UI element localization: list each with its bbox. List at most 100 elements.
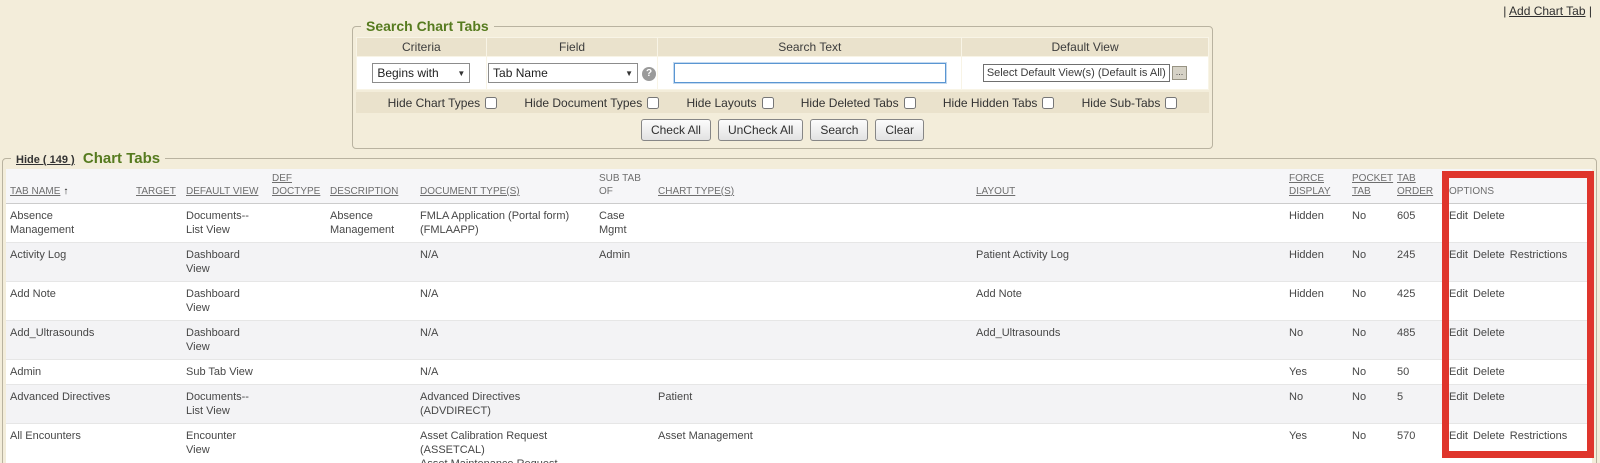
col-header-label[interactable]: TARGET	[136, 186, 176, 197]
options-cell: Edit Delete	[1445, 360, 1592, 385]
delete-link[interactable]: Delete	[1473, 210, 1505, 222]
checkbox-label: Hide Chart Types	[388, 96, 481, 110]
delete-link[interactable]: Delete	[1473, 327, 1505, 339]
table-row: Activity LogDashboard ViewN/AAdminPatien…	[6, 243, 1592, 282]
chevron-down-icon: ▼	[625, 69, 633, 78]
hide-chart-types-checkbox[interactable]	[485, 97, 497, 109]
edit-link[interactable]: Edit	[1449, 366, 1468, 378]
col-header-label[interactable]: DESCRIPTION	[330, 186, 398, 197]
field-select[interactable]: Tab Name ▼	[488, 63, 638, 83]
col-header-label[interactable]: LAYOUT	[976, 186, 1015, 197]
col-header-label[interactable]: DEF DOCTYPE	[272, 173, 320, 197]
pipe-left: |	[1503, 4, 1506, 18]
col-header-tab-order[interactable]: TAB ORDER	[1393, 169, 1445, 204]
pocket-tab-cell: No	[1348, 321, 1393, 360]
delete-link[interactable]: Delete	[1473, 288, 1505, 300]
default-view-browse-button[interactable]: ...	[1172, 66, 1188, 80]
col-header-tab-name[interactable]: TAB NAME↑	[6, 169, 132, 204]
col-header-default-view[interactable]: DEFAULT VIEW	[182, 169, 268, 204]
restrictions-link[interactable]: Restrictions	[1510, 249, 1567, 261]
hide-document-types-checkbox[interactable]	[647, 97, 659, 109]
col-header-def-doctype[interactable]: DEF DOCTYPE	[268, 169, 326, 204]
hide-chart-types-checkbox-item[interactable]: Hide Chart Types	[388, 96, 498, 110]
restrictions-link[interactable]: Restrictions	[1510, 430, 1567, 442]
clear-button[interactable]: Clear	[875, 119, 924, 141]
hide-hidden-tabs-checkbox-item[interactable]: Hide Hidden Tabs	[943, 96, 1055, 110]
criteria-select[interactable]: Begins with ▼	[372, 63, 470, 83]
col-header-layout[interactable]: LAYOUT	[972, 169, 1285, 204]
col-header-force-display[interactable]: FORCE DISPLAY	[1285, 169, 1348, 204]
force-display-cell: Yes	[1285, 424, 1348, 463]
layout-cell: Add_Ultrasounds	[972, 321, 1285, 360]
edit-link[interactable]: Edit	[1449, 391, 1468, 403]
search-text-input[interactable]	[674, 63, 946, 83]
hide-deleted-tabs-checkbox[interactable]	[904, 97, 916, 109]
sub-tab-of-cell	[595, 282, 654, 321]
add-chart-tab-link[interactable]: Add Chart Tab	[1509, 4, 1586, 18]
force-display-cell: No	[1285, 385, 1348, 424]
tab-order-cell: 245	[1393, 243, 1445, 282]
chart-types-cell	[654, 282, 972, 321]
delete-link[interactable]: Delete	[1473, 391, 1505, 403]
col-header-chart-types[interactable]: CHART TYPE(S)	[654, 169, 972, 204]
target-cell	[132, 424, 182, 463]
tab-name-cell: Admin	[6, 360, 132, 385]
col-header-label: SUB TAB OF	[599, 173, 641, 197]
description-cell	[326, 282, 416, 321]
col-header-description[interactable]: DESCRIPTION	[326, 169, 416, 204]
hide-layouts-checkbox[interactable]	[762, 97, 774, 109]
table-row: Absence ManagementDocuments-- List ViewA…	[6, 204, 1592, 243]
col-header-label[interactable]: DOCUMENT TYPE(S)	[420, 186, 520, 197]
edit-link[interactable]: Edit	[1449, 249, 1468, 261]
hide-count-link[interactable]: Hide ( 149 )	[16, 154, 75, 166]
tab-name-cell: All Encounters	[6, 424, 132, 463]
layout-cell	[972, 385, 1285, 424]
tab-order-cell: 570	[1393, 424, 1445, 463]
col-header-label[interactable]: DEFAULT VIEW	[186, 186, 258, 197]
def-doctype-cell	[268, 243, 326, 282]
default-view-cell: Documents-- List View	[182, 385, 268, 424]
hide-deleted-tabs-checkbox-item[interactable]: Hide Deleted Tabs	[801, 96, 916, 110]
pocket-tab-cell: No	[1348, 424, 1393, 463]
col-header-label[interactable]: CHART TYPE(S)	[658, 186, 734, 197]
delete-link[interactable]: Delete	[1473, 430, 1505, 442]
edit-link[interactable]: Edit	[1449, 430, 1468, 442]
col-header-label[interactable]: FORCE DISPLAY	[1289, 173, 1331, 197]
search-text-cell	[658, 57, 962, 90]
hide-sub-tabs-checkbox-item[interactable]: Hide Sub-Tabs	[1082, 96, 1178, 110]
force-display-cell: Yes	[1285, 360, 1348, 385]
delete-link[interactable]: Delete	[1473, 366, 1505, 378]
default-view-cell: Dashboard View	[182, 282, 268, 321]
hide-filters-row: Hide Chart Types Hide Document Types Hide …	[356, 92, 1209, 113]
col-header-label[interactable]: POCKET TAB	[1352, 173, 1393, 197]
search-panel-legend: Search Chart Tabs	[361, 18, 494, 34]
default-view-select[interactable]: Select Default View(s) (Default is All)	[983, 64, 1170, 82]
sub-tab-of-cell	[595, 360, 654, 385]
search-button[interactable]: Search	[810, 119, 868, 141]
chart-types-cell: Asset Management	[654, 424, 972, 463]
tab-order-cell: 425	[1393, 282, 1445, 321]
col-header-label[interactable]: TAB ORDER	[1397, 173, 1433, 197]
help-icon[interactable]: ?	[642, 67, 656, 81]
check-all-button[interactable]: Check All	[641, 119, 711, 141]
options-cell: Edit Delete	[1445, 204, 1592, 243]
edit-link[interactable]: Edit	[1449, 288, 1468, 300]
col-header-document-types[interactable]: DOCUMENT TYPE(S)	[416, 169, 595, 204]
edit-link[interactable]: Edit	[1449, 210, 1468, 222]
hide-hidden-tabs-checkbox[interactable]	[1042, 97, 1054, 109]
col-header-pocket-tab[interactable]: POCKET TAB	[1348, 169, 1393, 204]
hide-layouts-checkbox-item[interactable]: Hide Layouts	[686, 96, 773, 110]
col-header-label[interactable]: TAB NAME	[10, 186, 60, 197]
layout-cell	[972, 204, 1285, 243]
col-header-target[interactable]: TARGET	[132, 169, 182, 204]
sub-tab-of-cell	[595, 385, 654, 424]
hide-document-types-checkbox-item[interactable]: Hide Document Types	[524, 96, 659, 110]
uncheck-all-button[interactable]: UnCheck All	[718, 119, 803, 141]
edit-link[interactable]: Edit	[1449, 327, 1468, 339]
checkbox-label: Hide Document Types	[524, 96, 642, 110]
document-types-cell: Advanced Directives (ADVDIRECT)	[416, 385, 595, 424]
description-cell	[326, 360, 416, 385]
delete-link[interactable]: Delete	[1473, 249, 1505, 261]
def-doctype-cell	[268, 282, 326, 321]
hide-sub-tabs-checkbox[interactable]	[1165, 97, 1177, 109]
